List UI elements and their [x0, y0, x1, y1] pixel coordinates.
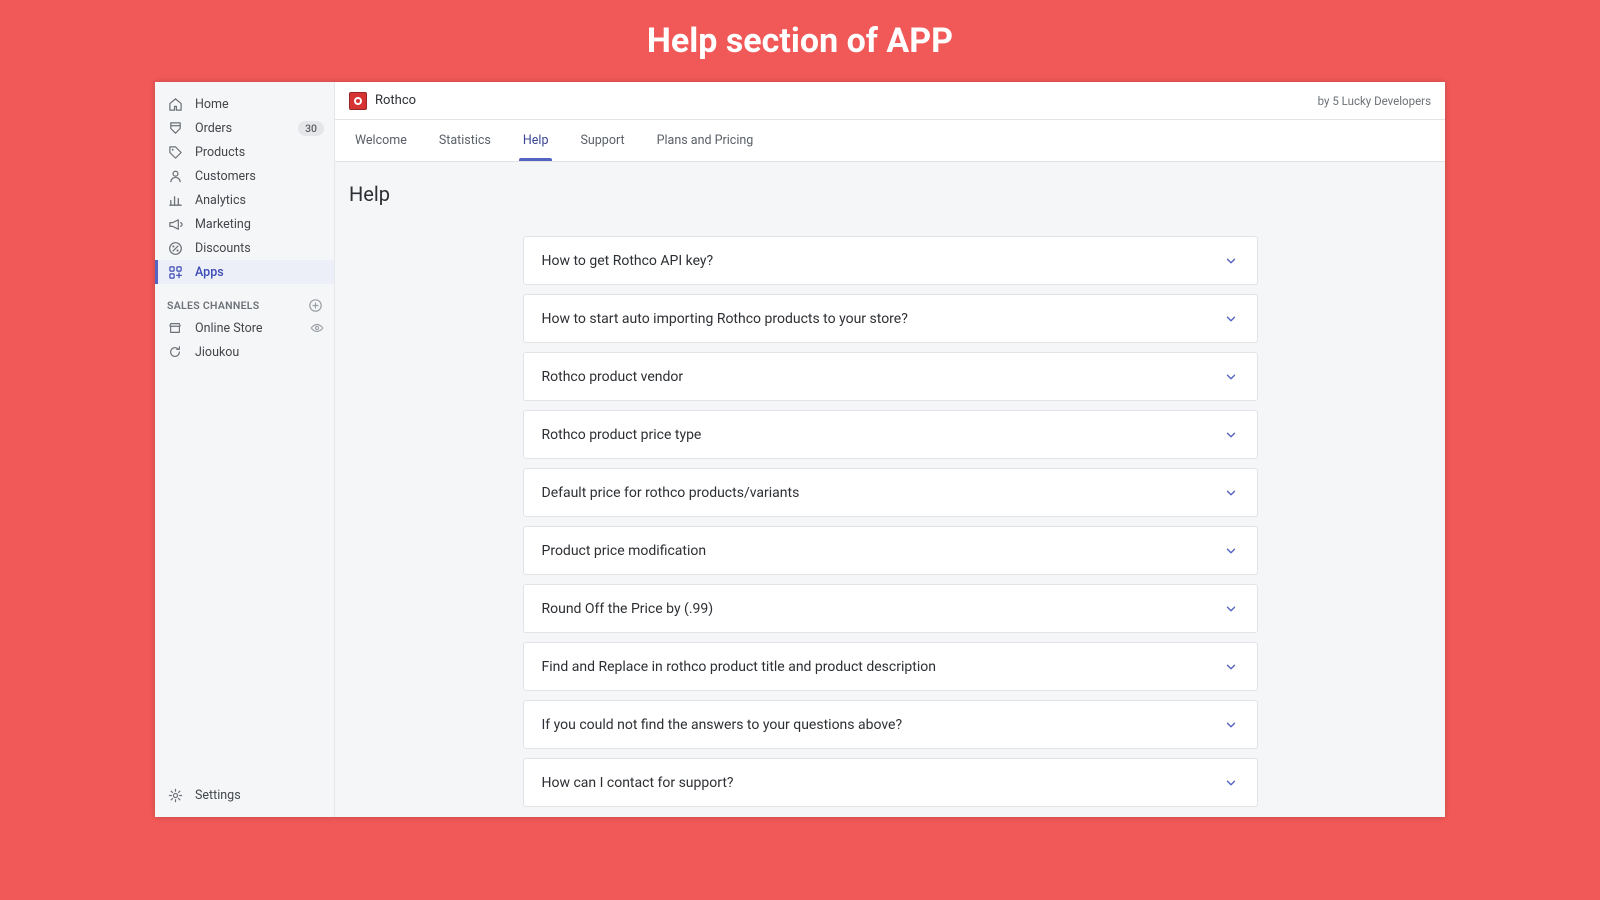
- sidebar-item-apps[interactable]: Apps: [155, 260, 334, 284]
- apps-icon: [167, 264, 183, 280]
- chevron-down-icon: [1223, 369, 1239, 385]
- sidebar-badge-orders: 30: [298, 121, 324, 136]
- app-window: Home Orders 30 Products Customers Analytics Ma…: [155, 82, 1445, 817]
- sidebar-item-label: Customers: [195, 169, 256, 184]
- chevron-down-icon: [1223, 543, 1239, 559]
- add-channel-icon[interactable]: [308, 298, 322, 312]
- page-title: Help: [349, 182, 1431, 206]
- tab-plans[interactable]: Plans and Pricing: [651, 120, 760, 161]
- tab-help[interactable]: Help: [517, 120, 555, 161]
- sidebar-item-label: Home: [195, 97, 229, 112]
- sidebar-item-discounts[interactable]: Discounts: [155, 236, 334, 260]
- faq-question: Default price for rothco products/varian…: [542, 485, 1223, 501]
- tab-label: Welcome: [355, 133, 407, 148]
- chevron-down-icon: [1223, 717, 1239, 733]
- refresh-icon: [167, 344, 183, 360]
- channel-item-online-store[interactable]: Online Store: [155, 316, 334, 340]
- settings-label: Settings: [195, 788, 241, 803]
- main-area: Rothco by 5 Lucky Developers Welcome Stat…: [335, 82, 1445, 817]
- channel-item-label: Online Store: [195, 321, 262, 336]
- app-logo: [349, 92, 367, 110]
- user-icon: [167, 168, 183, 184]
- promo-banner: Help section of APP: [0, 0, 1600, 82]
- faq-item[interactable]: If you could not find the answers to you…: [523, 700, 1258, 749]
- tab-label: Plans and Pricing: [657, 133, 754, 148]
- faq-item[interactable]: How can I contact for support?: [523, 758, 1258, 807]
- sidebar-item-label: Products: [195, 145, 245, 160]
- faq-question: Find and Replace in rothco product title…: [542, 659, 1223, 675]
- channel-item-label: Jioukou: [195, 345, 239, 360]
- tab-bar: Welcome Statistics Help Support Plans and Pr…: [335, 120, 1445, 162]
- app-byline: by 5 Lucky Developers: [1318, 94, 1431, 108]
- sidebar-item-marketing[interactable]: Marketing: [155, 212, 334, 236]
- tab-support[interactable]: Support: [574, 120, 630, 161]
- sidebar-item-label: Marketing: [195, 217, 251, 232]
- chevron-down-icon: [1223, 311, 1239, 327]
- sidebar-item-products[interactable]: Products: [155, 140, 334, 164]
- eye-icon[interactable]: [310, 321, 324, 335]
- nav-list: Home Orders 30 Products Customers Analytics Ma…: [155, 82, 334, 284]
- channel-list: Online Store Jioukou: [155, 316, 334, 364]
- faq-question: How to get Rothco API key?: [542, 253, 1223, 269]
- percent-icon: [167, 240, 183, 256]
- faq-item[interactable]: How to start auto importing Rothco produ…: [523, 294, 1258, 343]
- faq-question: Rothco product vendor: [542, 369, 1223, 385]
- home-icon: [167, 96, 183, 112]
- sidebar-item-customers[interactable]: Customers: [155, 164, 334, 188]
- tab-label: Statistics: [439, 133, 491, 148]
- tab-label: Support: [580, 133, 624, 148]
- chevron-down-icon: [1223, 253, 1239, 269]
- app-topbar: Rothco by 5 Lucky Developers: [335, 82, 1445, 120]
- faq-item[interactable]: Product price modification: [523, 526, 1258, 575]
- chevron-down-icon: [1223, 659, 1239, 675]
- sidebar-item-orders[interactable]: Orders 30: [155, 116, 334, 140]
- chevron-down-icon: [1223, 485, 1239, 501]
- faq-question: How can I contact for support?: [542, 775, 1223, 791]
- faq-question: If you could not find the answers to you…: [542, 717, 1223, 733]
- banner-title: Help section of APP: [647, 21, 953, 61]
- sales-channels-label: SALES CHANNELS: [167, 299, 260, 312]
- faq-question: Product price modification: [542, 543, 1223, 559]
- chevron-down-icon: [1223, 775, 1239, 791]
- megaphone-icon: [167, 216, 183, 232]
- tab-statistics[interactable]: Statistics: [433, 120, 497, 161]
- store-icon: [167, 320, 183, 336]
- sidebar-item-home[interactable]: Home: [155, 92, 334, 116]
- faq-item[interactable]: Rothco product price type: [523, 410, 1258, 459]
- faq-list: How to get Rothco API key? How to start a…: [523, 236, 1258, 807]
- tag-icon: [167, 144, 183, 160]
- sales-channels-header: SALES CHANNELS: [155, 284, 334, 316]
- sidebar: Home Orders 30 Products Customers Analytics Ma…: [155, 82, 335, 817]
- faq-question: Round Off the Price by (.99): [542, 601, 1223, 617]
- sidebar-item-label: Analytics: [195, 193, 246, 208]
- gear-icon: [167, 787, 183, 803]
- channel-item-jioukou[interactable]: Jioukou: [155, 340, 334, 364]
- faq-item[interactable]: How to get Rothco API key?: [523, 236, 1258, 285]
- faq-question: Rothco product price type: [542, 427, 1223, 443]
- faq-item[interactable]: Round Off the Price by (.99): [523, 584, 1258, 633]
- faq-item[interactable]: Default price for rothco products/varian…: [523, 468, 1258, 517]
- faq-item[interactable]: Rothco product vendor: [523, 352, 1258, 401]
- sidebar-item-analytics[interactable]: Analytics: [155, 188, 334, 212]
- sidebar-item-settings[interactable]: Settings: [155, 781, 334, 809]
- chevron-down-icon: [1223, 427, 1239, 443]
- faq-item[interactable]: Find and Replace in rothco product title…: [523, 642, 1258, 691]
- bars-icon: [167, 192, 183, 208]
- orders-icon: [167, 120, 183, 136]
- sidebar-item-label: Discounts: [195, 241, 251, 256]
- faq-question: How to start auto importing Rothco produ…: [542, 311, 1223, 327]
- app-name: Rothco: [375, 93, 416, 108]
- sidebar-item-label: Orders: [195, 121, 232, 136]
- tab-welcome[interactable]: Welcome: [349, 120, 413, 161]
- content-area: Help How to get Rothco API key? How to st…: [335, 162, 1445, 817]
- sidebar-item-label: Apps: [195, 265, 224, 280]
- chevron-down-icon: [1223, 601, 1239, 617]
- tab-label: Help: [523, 133, 549, 148]
